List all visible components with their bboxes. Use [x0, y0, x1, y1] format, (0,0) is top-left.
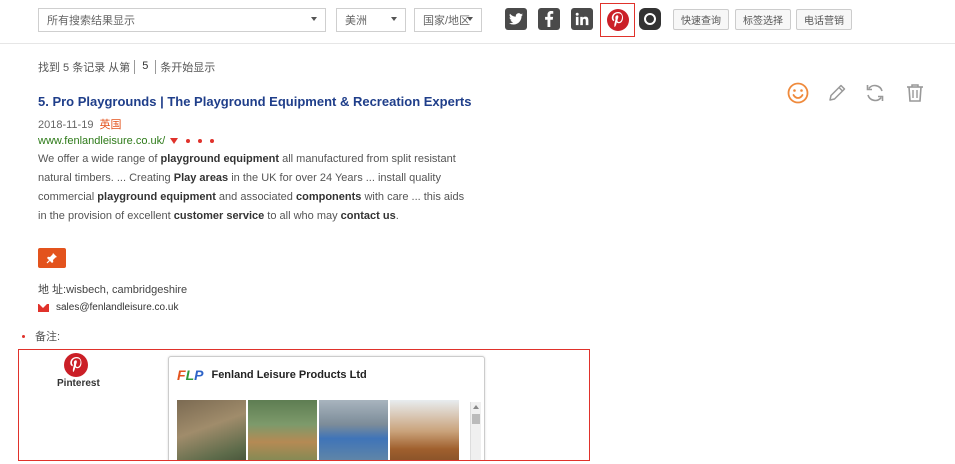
phone-marketing-button[interactable]: 电话营销: [796, 9, 852, 30]
filter-bar: 所有搜索结果显示 美洲 国家/地区 快速查询 标签选择 电话营销: [0, 0, 955, 44]
pinterest-label: Pinterest: [57, 378, 100, 389]
pinterest-preview-panel: Pinterest FLP Fenland Leisure Products L…: [18, 349, 590, 461]
pinterest-icon[interactable]: [606, 9, 629, 31]
pin-thumbnails: [177, 400, 459, 460]
pinterest-selected-frame[interactable]: [600, 3, 635, 37]
start-page-input[interactable]: 5: [134, 60, 157, 74]
result-description: We offer a wide range of playground equi…: [38, 153, 465, 222]
facebook-icon[interactable]: [538, 8, 560, 30]
region-select[interactable]: 美洲: [336, 8, 406, 32]
quick-query-button[interactable]: 快速查询: [673, 9, 729, 30]
dot-icon: [210, 139, 215, 143]
card-scrollbar[interactable]: [470, 402, 481, 460]
result-date-value: 2018-11-19: [38, 119, 94, 131]
pin-thumbnail[interactable]: [248, 400, 317, 460]
chevron-down-icon: [467, 17, 473, 21]
country-select-label: 国家/地区: [423, 15, 471, 27]
note-row: 备注:: [22, 328, 60, 344]
profile-header: FLP Fenland Leisure Products Ltd: [177, 367, 367, 383]
pinterest-logo-icon: [64, 353, 88, 377]
bullet-icon: [22, 334, 25, 338]
instagram-lens: [644, 13, 656, 25]
country-select[interactable]: 国家/地区: [414, 8, 482, 32]
search-results-select[interactable]: 所有搜索结果显示: [38, 8, 326, 32]
pinterest-profile-card[interactable]: FLP Fenland Leisure Products Ltd: [168, 356, 485, 460]
scrollbar-thumb[interactable]: [472, 414, 480, 424]
pencil-icon[interactable]: [825, 81, 849, 105]
dot-icon: [198, 139, 203, 143]
instagram-icon[interactable]: [639, 8, 661, 30]
dot-icon: [186, 139, 191, 143]
company-email[interactable]: sales@fenlandleisure.co.uk: [38, 302, 178, 313]
pin-thumbnail[interactable]: [177, 400, 246, 460]
twitter-icon[interactable]: [505, 8, 527, 30]
profile-company-name[interactable]: Fenland Leisure Products Ltd: [211, 369, 366, 381]
chevron-down-icon: [311, 17, 317, 21]
smile-icon[interactable]: [786, 81, 810, 105]
pin-icon: [46, 253, 57, 264]
pin-thumbnail[interactable]: [390, 400, 459, 460]
chevron-down-icon: [391, 17, 397, 21]
result-title-link[interactable]: 5. Pro Playgrounds | The Playground Equi…: [38, 94, 471, 109]
pin-button[interactable]: [38, 248, 66, 268]
result-date: 2018-11-19 英国: [38, 116, 122, 132]
pin-thumbnail[interactable]: [319, 400, 388, 460]
scroll-up-icon[interactable]: [473, 405, 479, 409]
triangle-down-icon[interactable]: [170, 138, 179, 144]
result-count-suffix: 条开始显示: [160, 62, 216, 74]
tag-select-button[interactable]: 标签选择: [735, 9, 791, 30]
result-count-prefix: 找到 5 条记录 从第: [38, 62, 131, 74]
company-email-text[interactable]: sales@fenlandleisure.co.uk: [56, 302, 178, 313]
result-url[interactable]: www.fenlandleisure.co.uk/: [38, 135, 215, 147]
region-select-label: 美洲: [345, 15, 367, 27]
result-language: 英国: [99, 119, 122, 131]
refresh-icon[interactable]: [863, 81, 887, 105]
envelope-icon: [38, 303, 49, 312]
result-count-line: 找到 5 条记录 从第 5 条开始显示: [38, 59, 215, 75]
note-label: 备注:: [35, 331, 61, 343]
result-url-text[interactable]: www.fenlandleisure.co.uk/: [38, 135, 165, 147]
company-logo: FLP: [177, 367, 204, 383]
search-results-select-label: 所有搜索结果显示: [47, 15, 135, 27]
company-address: 地 址:wisbech, cambridgeshire: [38, 284, 188, 296]
linkedin-icon[interactable]: [571, 8, 593, 30]
trash-icon[interactable]: [903, 81, 927, 105]
